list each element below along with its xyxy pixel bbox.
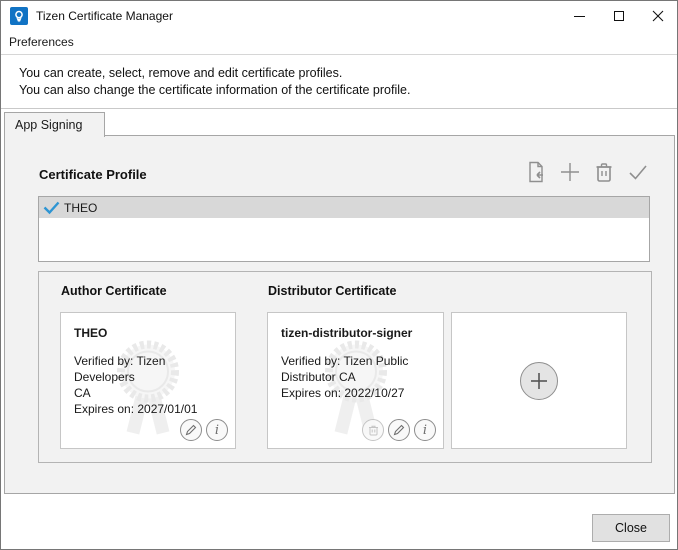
distributor-cert-remove-button[interactable] — [362, 419, 384, 441]
app-signing-panel: Certificate Profile — [4, 135, 675, 494]
trash-icon — [368, 424, 379, 436]
author-cert-actions: i — [180, 419, 228, 441]
maximize-icon — [614, 11, 624, 21]
new-profile-icon — [525, 160, 547, 184]
distributor-certificate-card: tizen-distributor-signer Verified by: Ti… — [267, 312, 444, 449]
window-title: Tizen Certificate Manager — [36, 9, 173, 23]
distributor-cert-actions: i — [362, 419, 436, 441]
edit-pencil-icon — [393, 424, 405, 436]
tab-label: App Signing — [15, 118, 82, 132]
menu-preferences[interactable]: Preferences — [1, 32, 80, 53]
certificate-profile-title: Certificate Profile — [39, 167, 147, 182]
distributor-cert-expires: Expires on: 2022/10/27 — [281, 385, 431, 401]
author-cert-edit-button[interactable] — [180, 419, 202, 441]
minimize-icon — [574, 16, 585, 17]
author-certificate-card: THEO Verified by: Tizen Developers CA Ex… — [60, 312, 236, 449]
edit-pencil-icon — [185, 424, 197, 436]
close-window-button[interactable] — [638, 1, 677, 31]
description-line-1: You can create, select, remove and edit … — [19, 65, 667, 82]
distributor-cert-verified-line1: Verified by: Tizen Public — [281, 353, 431, 369]
profile-toolbar — [524, 160, 650, 184]
author-cert-expires: Expires on: 2027/01/01 — [74, 401, 223, 417]
minimize-button[interactable] — [560, 1, 599, 31]
add-profile-icon — [559, 161, 581, 183]
info-icon: i — [423, 424, 427, 437]
close-icon — [652, 10, 664, 22]
author-cert-info-button[interactable]: i — [206, 419, 228, 441]
titlebar: Tizen Certificate Manager — [1, 1, 677, 31]
tab-app-signing[interactable]: App Signing — [4, 112, 105, 137]
distributor-cert-name: tizen-distributor-signer — [281, 326, 431, 340]
certificates-group: Author Certificate Distributor Certifica… — [38, 271, 652, 463]
author-cert-name: THEO — [74, 326, 223, 340]
add-distributor-certificate-card — [451, 312, 627, 449]
distributor-cert-verified-line2: Distributor CA — [281, 369, 431, 385]
profile-name: THEO — [64, 201, 97, 215]
add-distributor-certificate-button[interactable] — [520, 362, 558, 400]
author-cert-verified-line1: Verified by: Tizen Developers — [74, 353, 223, 385]
info-icon: i — [215, 424, 219, 437]
remove-profile-icon — [594, 161, 614, 183]
certificate-profile-list[interactable]: THEO — [38, 196, 650, 262]
distributor-cert-edit-button[interactable] — [388, 419, 410, 441]
profile-row-theo[interactable]: THEO — [39, 197, 649, 218]
author-certificate-label: Author Certificate — [61, 284, 167, 298]
maximize-button[interactable] — [599, 1, 638, 31]
window-controls — [560, 1, 677, 31]
menubar: Preferences — [1, 31, 677, 55]
active-profile-check-icon — [43, 201, 60, 215]
remove-profile-button[interactable] — [592, 160, 616, 184]
set-active-profile-button[interactable] — [626, 160, 650, 184]
description-line-2: You can also change the certificate info… — [19, 82, 667, 99]
close-button[interactable]: Close — [592, 514, 670, 542]
new-profile-button[interactable] — [524, 160, 548, 184]
plus-icon — [530, 372, 548, 390]
add-profile-button[interactable] — [558, 160, 582, 184]
distributor-cert-info-button[interactable]: i — [414, 419, 436, 441]
tab-strip: App Signing — [1, 109, 677, 136]
author-cert-verified-line2: CA — [74, 385, 223, 401]
tizen-certificate-manager-window: Tizen Certificate Manager Preferences Yo… — [0, 0, 678, 550]
footer-bar: Close — [1, 495, 677, 549]
app-certificate-badge-icon — [10, 7, 28, 25]
set-active-profile-icon — [627, 161, 649, 183]
distributor-certificate-label: Distributor Certificate — [268, 284, 397, 298]
description-panel: You can create, select, remove and edit … — [1, 56, 677, 109]
